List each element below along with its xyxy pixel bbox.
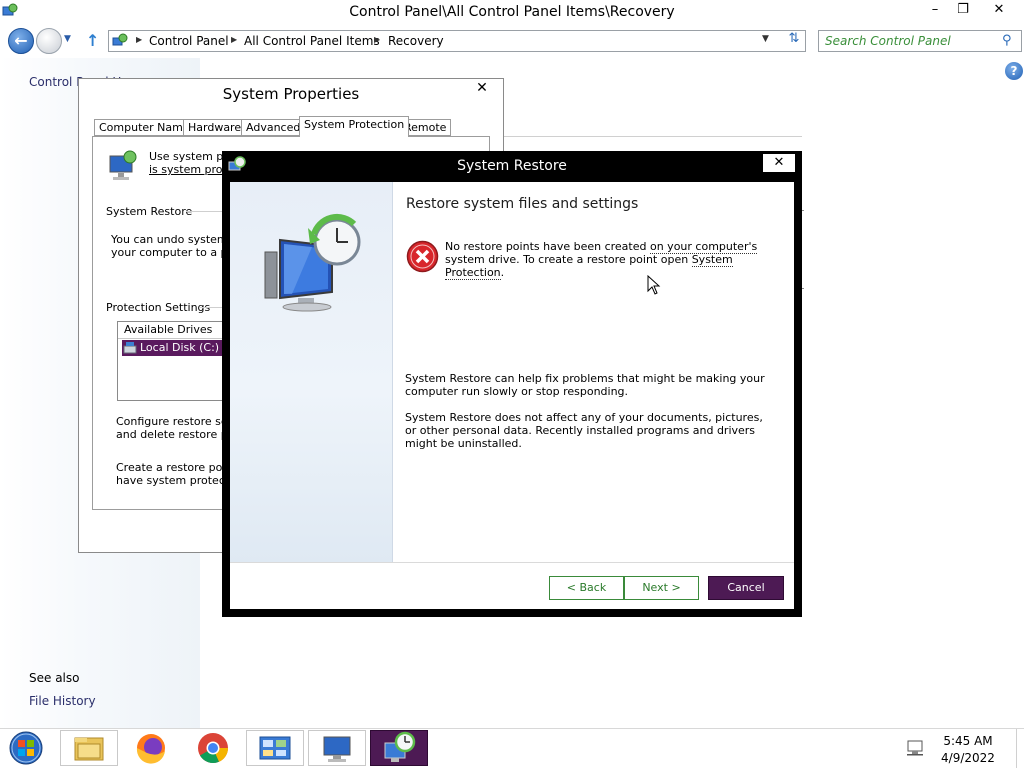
taskbar-firefox[interactable]: [122, 730, 180, 766]
folder-icon: [74, 737, 104, 761]
taskbar-control-panel[interactable]: [246, 730, 304, 766]
breadcrumb-recovery[interactable]: Recovery: [388, 34, 444, 48]
system-restore-icon: [384, 731, 416, 762]
breadcrumb-all-items[interactable]: All Control Panel Items: [244, 34, 380, 48]
list-header[interactable]: Available Drives: [118, 322, 226, 339]
computer-icon: [323, 736, 351, 762]
info-text: System Restore does not affect any of yo…: [405, 411, 763, 450]
divider: [230, 562, 794, 563]
list-item[interactable]: Local Disk (C:) (S: [122, 340, 226, 370]
computer-shield-icon: [109, 150, 137, 180]
see-also-heading: See also: [29, 671, 80, 685]
divider: [500, 136, 802, 137]
error-icon: [406, 240, 439, 273]
clock-date[interactable]: 4/9/2022: [932, 751, 1004, 765]
close-button[interactable]: ✕: [982, 0, 1016, 22]
tab-system-protection[interactable]: System Protection: [299, 116, 410, 137]
chrome-icon: [198, 733, 229, 764]
window-title: Control Panel\All Control Panel Items\Re…: [349, 4, 675, 20]
error-message: No restore points have been created on y…: [445, 240, 775, 280]
back-button[interactable]: ←: [8, 28, 34, 54]
control-panel-icon: [112, 33, 128, 46]
breadcrumb-control-panel[interactable]: Control Panel: [149, 34, 229, 48]
drive-icon: [123, 342, 137, 354]
tab-hardware[interactable]: Hardware: [183, 119, 247, 136]
chevron-right-icon[interactable]: ▶: [374, 35, 380, 44]
error-text: system drive. To create a restore point …: [445, 253, 692, 266]
your-computer-tooltip-term[interactable]: on your computer's: [649, 240, 758, 254]
chevron-down-icon[interactable]: ▼: [762, 34, 776, 44]
refresh-icon[interactable]: ⇅: [784, 31, 804, 51]
forward-button[interactable]: [36, 28, 62, 54]
taskbar-system-restore[interactable]: [370, 730, 428, 766]
up-arrow-icon[interactable]: ↑: [86, 31, 104, 51]
tab-advanced[interactable]: Advanced: [241, 119, 306, 136]
arrow-left-icon: ←: [14, 31, 28, 50]
restore-button[interactable]: ❐: [946, 0, 980, 22]
error-text: .: [500, 266, 505, 279]
info-text: System Restore can help fix problems tha…: [405, 372, 765, 398]
close-button[interactable]: ✕: [763, 154, 795, 172]
taskbar-system-properties[interactable]: [308, 730, 366, 766]
cancel-button[interactable]: Cancel: [708, 576, 784, 600]
system-restore-illustration-icon: [264, 213, 361, 312]
wizard-heading: Restore system files and settings: [406, 196, 639, 212]
clock-time[interactable]: 5:45 AM: [932, 734, 1004, 748]
taskbar-file-explorer[interactable]: [60, 730, 118, 766]
group-label: Protection Settings: [106, 301, 211, 314]
action-center-icon[interactable]: [906, 738, 926, 756]
taskbar-chrome[interactable]: [184, 730, 242, 766]
error-text: No restore points have been created: [445, 240, 650, 253]
help-icon[interactable]: ?: [1005, 62, 1023, 80]
dialog-title: System Restore: [457, 158, 567, 174]
group-label: System Restore: [106, 205, 193, 218]
chevron-right-icon[interactable]: ▶: [231, 35, 237, 44]
close-icon[interactable]: ✕: [474, 80, 490, 96]
dialog-title: System Properties: [222, 85, 360, 103]
control-panel-icon: [259, 736, 291, 760]
search-placeholder: Search Control Panel: [825, 34, 951, 48]
restore-desc: You can undo system c: [111, 233, 238, 246]
firefox-icon: [136, 734, 165, 764]
show-desktop-button[interactable]: [1016, 729, 1024, 768]
tab-computer-name[interactable]: Computer Name: [94, 119, 195, 136]
back-button[interactable]: < Back: [549, 576, 624, 600]
file-history-link[interactable]: File History: [29, 694, 96, 708]
chevron-right-icon: ▶: [136, 35, 143, 44]
chevron-down-icon[interactable]: ▼: [64, 34, 76, 46]
close-icon: ✕: [773, 155, 785, 170]
next-button[interactable]: Next >: [624, 576, 699, 600]
search-icon[interactable]: ⚲: [1002, 33, 1018, 49]
mouse-cursor-icon: [647, 275, 661, 295]
start-button[interactable]: [6, 730, 46, 766]
divider: [186, 211, 226, 212]
